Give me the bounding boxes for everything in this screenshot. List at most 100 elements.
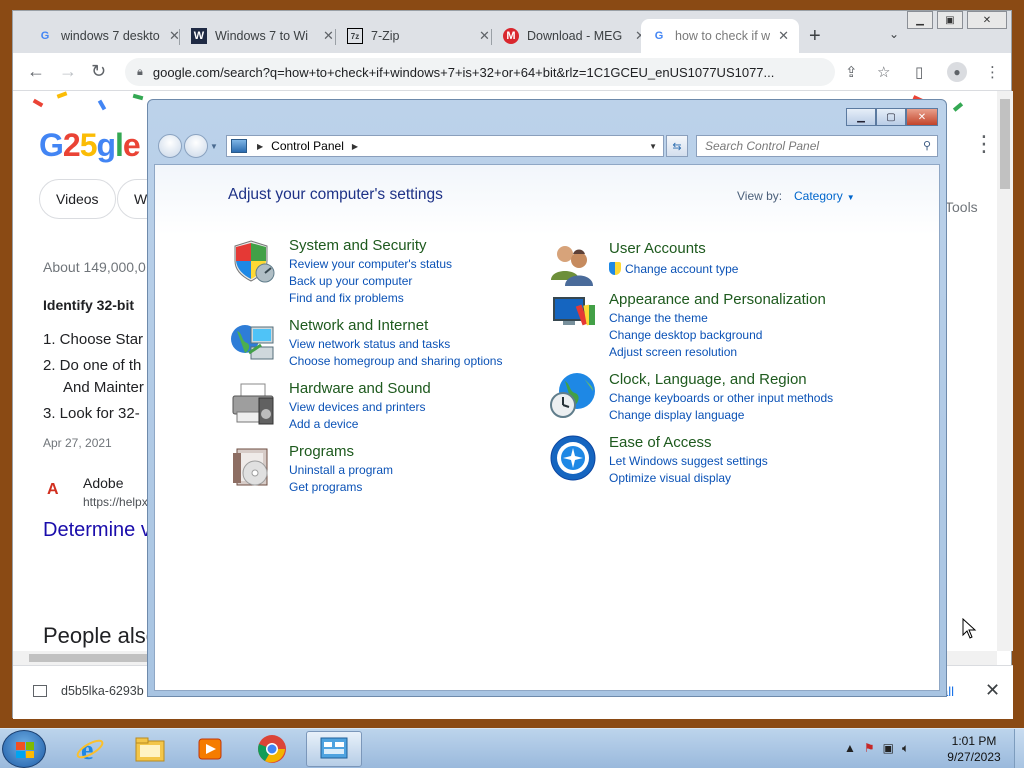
programs-icon[interactable] bbox=[229, 443, 277, 491]
url-text: google.com/search?q=how+to+check+if+wind… bbox=[152, 64, 775, 80]
start-button[interactable] bbox=[2, 730, 46, 768]
back-icon[interactable] bbox=[158, 134, 182, 158]
network-icon[interactable] bbox=[229, 317, 277, 365]
forward-icon[interactable]: → bbox=[59, 61, 77, 82]
task-link[interactable]: Back up your computer bbox=[289, 274, 412, 288]
tab-windows7-desktop[interactable]: G windows 7 deskto ✕ bbox=[27, 19, 190, 53]
close-icon[interactable]: ✕ bbox=[967, 11, 1007, 29]
close-icon[interactable]: ✕ bbox=[906, 108, 938, 126]
minimize-icon[interactable]: ▁ bbox=[907, 11, 933, 29]
tab-download-mega[interactable]: M Download - MEG ✕ bbox=[493, 19, 656, 53]
show-hidden-icons-icon[interactable]: ▲ bbox=[844, 741, 856, 756]
task-link[interactable]: View devices and printers bbox=[289, 400, 426, 414]
control-panel-icon bbox=[231, 139, 247, 153]
control-panel-caption-buttons: ▁ ▢ ✕ bbox=[846, 108, 938, 126]
maximize-icon[interactable]: ▢ bbox=[876, 108, 906, 126]
category-title[interactable]: Programs bbox=[289, 443, 354, 460]
volume-muted-icon[interactable]: 🔈︎ bbox=[902, 741, 909, 756]
task-link[interactable]: Choose homegroup and sharing options bbox=[289, 354, 502, 368]
forward-icon[interactable] bbox=[184, 134, 208, 158]
taskbar-internet-explorer[interactable]: e bbox=[62, 731, 118, 767]
appearance-icon[interactable] bbox=[549, 291, 597, 339]
task-link[interactable]: Change keyboards or other input methods bbox=[609, 391, 833, 405]
task-link[interactable]: Change display language bbox=[609, 408, 744, 422]
clock-globe-icon[interactable] bbox=[549, 371, 597, 419]
address-bar[interactable]: ▶ Control Panel ▶ ▼ bbox=[226, 135, 664, 157]
close-download-bar-icon[interactable]: ✕ bbox=[985, 680, 1000, 701]
category-title[interactable]: Appearance and Personalization bbox=[609, 291, 826, 308]
network-status-icon[interactable]: ▣ bbox=[883, 741, 894, 756]
taskbar-control-panel[interactable] bbox=[306, 731, 362, 767]
task-link[interactable]: Let Windows suggest settings bbox=[609, 454, 768, 468]
tab-7zip[interactable]: 7z 7-Zip ✕ bbox=[337, 19, 500, 53]
category-title[interactable]: System and Security bbox=[289, 237, 427, 254]
breadcrumb-arrow-icon[interactable]: ▶ bbox=[257, 142, 263, 151]
shield-icon[interactable] bbox=[229, 237, 277, 285]
view-by-select[interactable]: Category ▼ bbox=[794, 189, 855, 203]
category-title[interactable]: Network and Internet bbox=[289, 317, 428, 334]
vertical-scrollbar[interactable] bbox=[997, 91, 1013, 651]
task-link-with-uac[interactable]: Change account type bbox=[609, 262, 738, 276]
chip-videos[interactable]: Videos bbox=[39, 179, 116, 219]
task-link[interactable]: Find and fix problems bbox=[289, 291, 404, 305]
breadcrumb-arrow-icon[interactable]: ▶ bbox=[352, 142, 358, 151]
tab-close-icon[interactable]: ✕ bbox=[479, 28, 490, 44]
profile-avatar-icon[interactable]: ● bbox=[947, 62, 967, 82]
show-desktop-button[interactable] bbox=[1014, 729, 1024, 768]
ease-of-access-icon[interactable] bbox=[549, 434, 597, 482]
users-icon[interactable] bbox=[549, 240, 597, 288]
task-link[interactable]: View network status and tasks bbox=[289, 337, 450, 351]
taskbar-media-player[interactable] bbox=[182, 731, 238, 767]
new-tab-icon[interactable]: + bbox=[809, 25, 821, 48]
tab-close-icon[interactable]: ✕ bbox=[778, 28, 789, 44]
google-apps-grid-icon[interactable]: ⋮⋮⋮ bbox=[973, 131, 997, 157]
category-title[interactable]: Hardware and Sound bbox=[289, 380, 431, 397]
bookmark-star-icon[interactable]: ☆ bbox=[877, 63, 890, 81]
taskbar-file-explorer[interactable] bbox=[122, 731, 178, 767]
results-count: About 149,000,0 bbox=[43, 259, 146, 275]
printer-icon[interactable] bbox=[229, 380, 277, 428]
action-center-flag-icon[interactable]: ⚑ bbox=[864, 741, 875, 756]
internet-explorer-icon: e bbox=[76, 735, 104, 764]
category-title[interactable]: Clock, Language, and Region bbox=[609, 371, 807, 388]
result-link-title[interactable]: Determine v bbox=[43, 519, 151, 542]
reload-icon[interactable]: ↻ bbox=[91, 61, 106, 82]
recent-pages-chevron-icon[interactable]: ▼ bbox=[210, 142, 218, 151]
search-icon[interactable]: ⚲ bbox=[923, 139, 931, 152]
task-link[interactable]: Change the theme bbox=[609, 311, 708, 325]
snippet-list-item: And Mainter bbox=[63, 379, 144, 396]
task-link[interactable]: Change desktop background bbox=[609, 328, 762, 342]
task-link[interactable]: Optimize visual display bbox=[609, 471, 731, 485]
breadcrumb-control-panel[interactable]: Control Panel bbox=[271, 139, 344, 153]
tab-how-to-check[interactable]: G how to check if w ✕ bbox=[641, 19, 799, 53]
minimize-icon[interactable]: ▁ bbox=[846, 108, 876, 126]
task-link[interactable]: Adjust screen resolution bbox=[609, 345, 737, 359]
menu-kebab-icon[interactable]: ⋮ bbox=[985, 63, 1000, 81]
refresh-icon[interactable]: ⇆ bbox=[666, 135, 688, 157]
maximize-icon[interactable]: ▣ bbox=[937, 11, 963, 29]
google-doodle-logo[interactable]: G25gle bbox=[39, 127, 141, 164]
tab-windows7-to-win[interactable]: W Windows 7 to Wi ✕ bbox=[181, 19, 344, 53]
task-link[interactable]: Review your computer's status bbox=[289, 257, 452, 271]
task-link[interactable]: Get programs bbox=[289, 480, 362, 494]
category-title[interactable]: User Accounts bbox=[609, 240, 706, 257]
tab-close-icon[interactable]: ✕ bbox=[323, 28, 334, 44]
clock-time: 1:01 PM bbox=[951, 734, 997, 748]
address-dropdown-icon[interactable]: ▼ bbox=[649, 142, 657, 151]
system-clock[interactable]: 1:01 PM 9/27/2023 bbox=[942, 733, 1006, 765]
tab-title: how to check if w bbox=[675, 29, 771, 43]
control-panel-window: ▁ ▢ ✕ ▼ ▶ Control Panel ▶ ▼ ⇆ Search Con… bbox=[147, 99, 947, 697]
back-icon[interactable]: ← bbox=[27, 61, 45, 82]
tab-search-chevron-icon[interactable]: ⌄ bbox=[889, 27, 899, 41]
mouse-cursor-icon bbox=[962, 618, 977, 639]
tools-button[interactable]: Tools bbox=[945, 199, 978, 215]
share-icon[interactable]: ⇪ bbox=[845, 63, 858, 81]
task-link[interactable]: Uninstall a program bbox=[289, 463, 393, 477]
download-item[interactable]: d5b5lka-6293b bbox=[33, 684, 144, 698]
task-link[interactable]: Add a device bbox=[289, 417, 358, 431]
taskbar-chrome[interactable] bbox=[244, 731, 300, 767]
category-title[interactable]: Ease of Access bbox=[609, 434, 712, 451]
address-bar[interactable]: 🔒︎ google.com/search?q=how+to+check+if+w… bbox=[125, 58, 835, 86]
search-input[interactable]: Search Control Panel ⚲ bbox=[696, 135, 938, 157]
side-panel-icon[interactable]: ▯ bbox=[915, 63, 923, 81]
